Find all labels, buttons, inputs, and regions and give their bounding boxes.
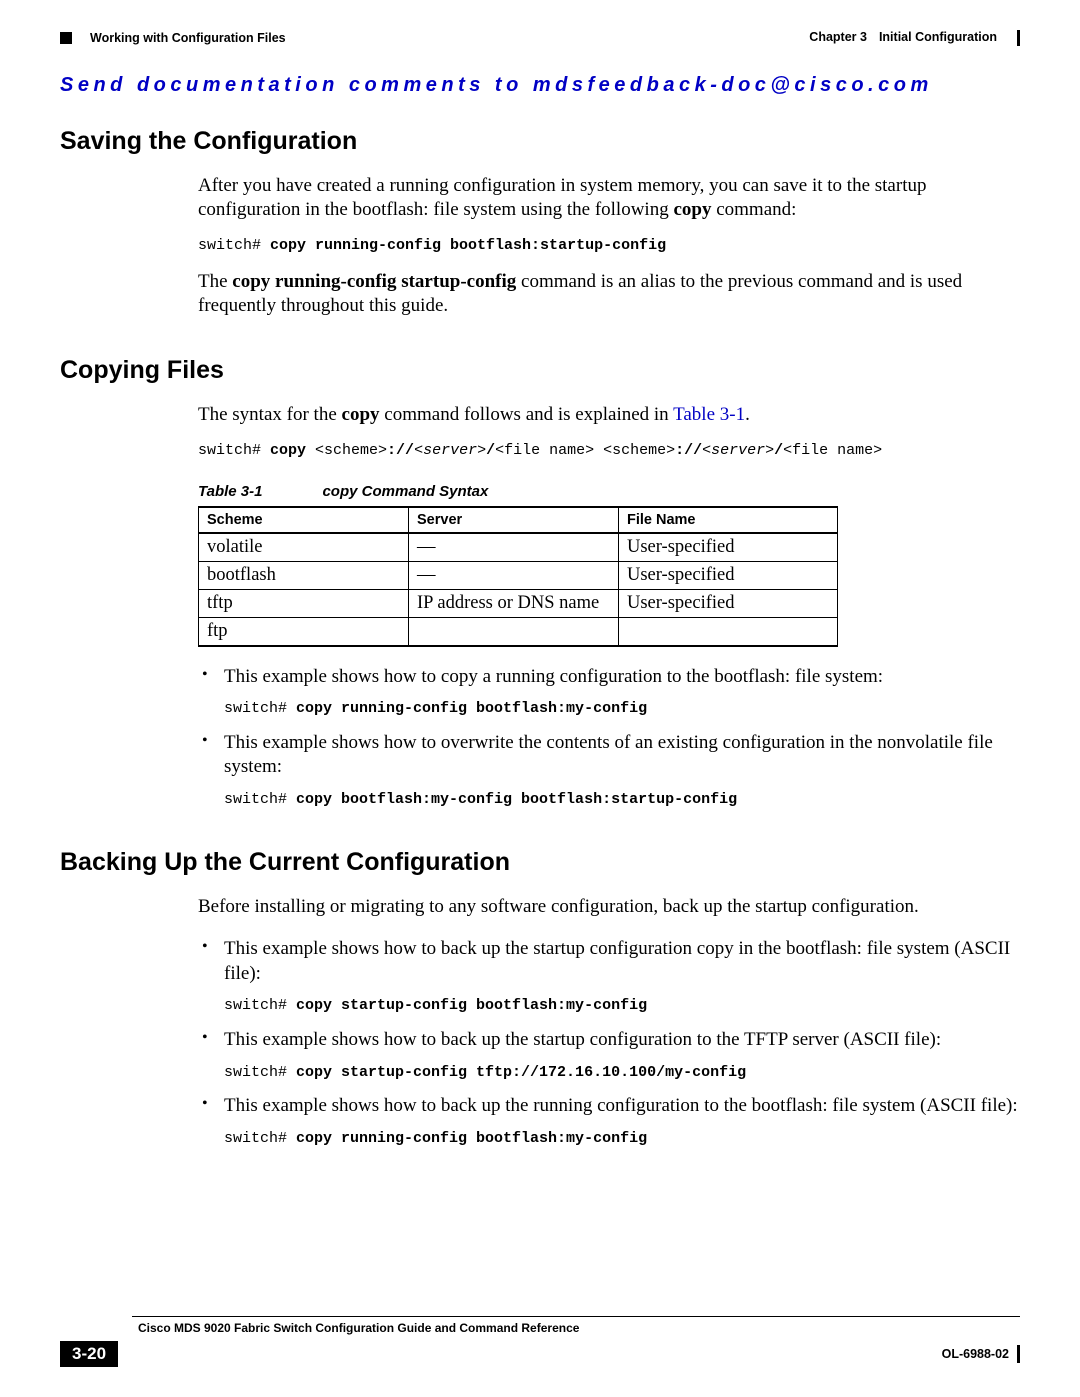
example-list: This example shows how to back up the st…	[198, 937, 1020, 1148]
command-example: switch# copy running-config bootflash:my…	[224, 1129, 1020, 1149]
cli-sep: /	[486, 442, 495, 459]
list-item: This example shows how to back up the st…	[198, 937, 1020, 1016]
text: This example shows how to back up the st…	[224, 938, 1010, 984]
table-row: bootflash — User-specified	[199, 561, 838, 589]
command-example: switch# copy startup-config tftp://172.1…	[224, 1063, 1020, 1083]
cli-arg: <server>	[702, 442, 774, 459]
table-row: volatile — User-specified	[199, 533, 838, 562]
paragraph: The syntax for the copy command follows …	[198, 403, 1020, 427]
cli-arg: <file name> <scheme>	[495, 442, 675, 459]
text: .	[745, 404, 750, 425]
cell: tftp	[199, 589, 409, 617]
cell: IP address or DNS name	[409, 589, 619, 617]
text: The	[198, 271, 232, 292]
cli-command: copy startup-config tftp://172.16.10.100…	[296, 1064, 746, 1081]
heading-backup-config: Backing Up the Current Configuration	[60, 848, 1020, 877]
command-example: switch# copy startup-config bootflash:my…	[224, 996, 1020, 1016]
list-item: This example shows how to copy a running…	[198, 665, 1020, 719]
table-reference-link[interactable]: Table 3-1	[673, 404, 745, 425]
cli-sep: ://	[675, 442, 702, 459]
document-id: OL-6988-02	[942, 1345, 1020, 1363]
section-name: Working with Configuration Files	[90, 31, 286, 45]
cell: —	[409, 561, 619, 589]
table-row: ftp	[199, 617, 838, 646]
keyword: copy running-config startup-config	[232, 271, 516, 292]
cell: —	[409, 533, 619, 562]
cli-command: copy running-config bootflash:my-config	[296, 700, 647, 717]
col-filename: File Name	[619, 507, 838, 533]
cell: ftp	[199, 617, 409, 646]
page-footer: Cisco MDS 9020 Fabric Switch Configurati…	[60, 1316, 1020, 1367]
paragraph: Before installing or migrating to any so…	[198, 895, 1020, 919]
list-item: This example shows how to overwrite the …	[198, 731, 1020, 810]
table-header-row: Scheme Server File Name	[199, 507, 838, 533]
cli-prompt: switch#	[224, 997, 296, 1014]
doc-id-text: OL-6988-02	[942, 1347, 1009, 1361]
feedback-link[interactable]: Send documentation comments to mdsfeedba…	[60, 74, 1020, 97]
cli-command: copy running-config bootflash:startup-co…	[270, 237, 666, 254]
paragraph: After you have created a running configu…	[198, 174, 1020, 223]
text: This example shows how to back up the ru…	[224, 1095, 1018, 1116]
table-row: tftp IP address or DNS name User-specifi…	[199, 589, 838, 617]
cli-prompt: switch#	[224, 700, 296, 717]
cli-command: copy running-config bootflash:my-config	[296, 1130, 647, 1147]
paragraph: The copy running-config startup-config c…	[198, 270, 1020, 319]
text: After you have created a running configu…	[198, 175, 926, 220]
decorative-square-icon	[60, 32, 72, 44]
cli-sep: ://	[387, 442, 414, 459]
heading-saving-config: Saving the Configuration	[60, 127, 1020, 156]
table-title: copy Command Syntax	[322, 483, 488, 500]
book-title: Cisco MDS 9020 Fabric Switch Configurati…	[138, 1321, 1020, 1335]
table-number: Table 3-1	[198, 483, 262, 500]
copy-syntax-table: Scheme Server File Name volatile — User-…	[198, 506, 838, 647]
keyword: copy	[673, 199, 711, 220]
cli-sep: /	[774, 442, 783, 459]
cli-command: copy startup-config bootflash:my-config	[296, 997, 647, 1014]
example-list: This example shows how to copy a running…	[198, 665, 1020, 810]
text: command:	[711, 199, 796, 220]
text: This example shows how to back up the st…	[224, 1029, 941, 1050]
cell: User-specified	[619, 561, 838, 589]
command-syntax: switch# copy <scheme>://<server>/<file n…	[198, 442, 1020, 459]
cell	[409, 617, 619, 646]
cell: bootflash	[199, 561, 409, 589]
vertical-bar-icon	[1017, 30, 1020, 46]
chapter-label: Chapter 3	[809, 30, 867, 46]
cli-prompt: switch#	[198, 237, 270, 254]
cli-arg: <file name>	[783, 442, 882, 459]
cell: volatile	[199, 533, 409, 562]
command-example: switch# copy running-config bootflash:st…	[198, 237, 1020, 254]
cell	[619, 617, 838, 646]
cli-command: copy bootflash:my-config bootflash:start…	[296, 791, 737, 808]
cell: User-specified	[619, 533, 838, 562]
table-caption: Table 3-1 copy Command Syntax	[198, 483, 1020, 500]
page-header: Working with Configuration Files Chapter…	[60, 30, 1020, 46]
chapter-title: Initial Configuration	[879, 30, 997, 46]
text: The syntax for the	[198, 404, 342, 425]
text: This example shows how to overwrite the …	[224, 732, 993, 778]
command-example: switch# copy bootflash:my-config bootfla…	[224, 790, 1020, 810]
footer-rule	[132, 1316, 1020, 1317]
cli-arg: <scheme>	[315, 442, 387, 459]
command-example: switch# copy running-config bootflash:my…	[224, 699, 1020, 719]
cell: User-specified	[619, 589, 838, 617]
cli-prompt: switch#	[224, 1064, 296, 1081]
cli-prompt: switch#	[198, 442, 270, 459]
col-server: Server	[409, 507, 619, 533]
header-left: Working with Configuration Files	[60, 31, 286, 45]
text: This example shows how to copy a running…	[224, 666, 883, 687]
col-scheme: Scheme	[199, 507, 409, 533]
cli-prompt: switch#	[224, 791, 296, 808]
cli-keyword: copy	[270, 442, 315, 459]
list-item: This example shows how to back up the st…	[198, 1028, 1020, 1082]
cli-arg: <server>	[414, 442, 486, 459]
text: command follows and is explained in	[380, 404, 674, 425]
cli-prompt: switch#	[224, 1130, 296, 1147]
header-right: Chapter 3 Initial Configuration	[809, 30, 1020, 46]
heading-copying-files: Copying Files	[60, 356, 1020, 385]
page-number: 3-20	[60, 1341, 118, 1367]
keyword: copy	[342, 404, 380, 425]
list-item: This example shows how to back up the ru…	[198, 1094, 1020, 1148]
vertical-bar-icon	[1017, 1345, 1020, 1363]
